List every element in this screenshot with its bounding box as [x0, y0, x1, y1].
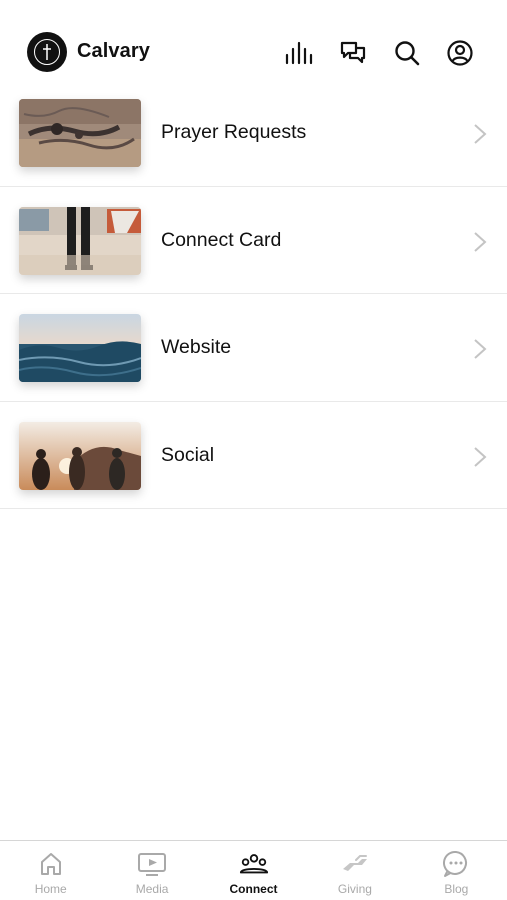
- profile-icon[interactable]: [445, 38, 475, 68]
- tab-label: Media: [135, 882, 169, 896]
- home-icon: [36, 851, 66, 877]
- website-thumbnail: [19, 314, 141, 382]
- tab-blog[interactable]: Blog: [406, 841, 507, 900]
- connect-icon: [239, 851, 269, 877]
- connect-list: Prayer Requests Connect Card Website Soc…: [0, 79, 507, 509]
- list-item-social[interactable]: Social: [0, 402, 507, 509]
- chevron-right-icon: [474, 446, 487, 467]
- app-title: Calvary: [77, 40, 150, 62]
- tab-connect[interactable]: Connect: [203, 841, 304, 900]
- app-screen: Calvary Prayer Requests Connect Card Web…: [0, 0, 507, 900]
- tab-media[interactable]: Media: [101, 841, 202, 900]
- tab-bar: Home Media Connect Giving Blog: [0, 840, 507, 900]
- chevron-right-icon: [474, 231, 487, 252]
- connect-card-thumbnail: [19, 206, 141, 275]
- media-icon: [137, 851, 167, 877]
- tab-giving[interactable]: Giving: [304, 841, 405, 900]
- tab-label: Giving: [337, 882, 372, 896]
- prayer-requests-thumbnail: [19, 99, 141, 167]
- chat-icon[interactable]: [338, 38, 368, 68]
- list-item-connect-card[interactable]: Connect Card: [0, 187, 507, 294]
- tab-home[interactable]: Home: [0, 841, 101, 900]
- tab-label: Home: [34, 882, 67, 896]
- chevron-right-icon: [474, 339, 487, 359]
- social-thumbnail: [19, 421, 141, 490]
- list-item-website[interactable]: Website: [0, 294, 507, 402]
- chevron-right-icon: [474, 124, 487, 144]
- live-bars-icon[interactable]: [284, 38, 314, 68]
- list-item-prayer-requests[interactable]: Prayer Requests: [0, 79, 507, 187]
- logo-cross-icon[interactable]: [27, 32, 67, 72]
- giving-icon: [340, 851, 370, 877]
- blog-icon: [441, 850, 471, 877]
- list-item-label: Connect Card: [161, 228, 282, 251]
- tab-label: Connect: [229, 882, 278, 896]
- list-item-label: Prayer Requests: [161, 121, 307, 143]
- list-item-label: Website: [161, 336, 232, 358]
- tab-label: Blog: [444, 882, 469, 896]
- list-item-label: Social: [161, 443, 215, 466]
- search-icon[interactable]: [392, 38, 422, 68]
